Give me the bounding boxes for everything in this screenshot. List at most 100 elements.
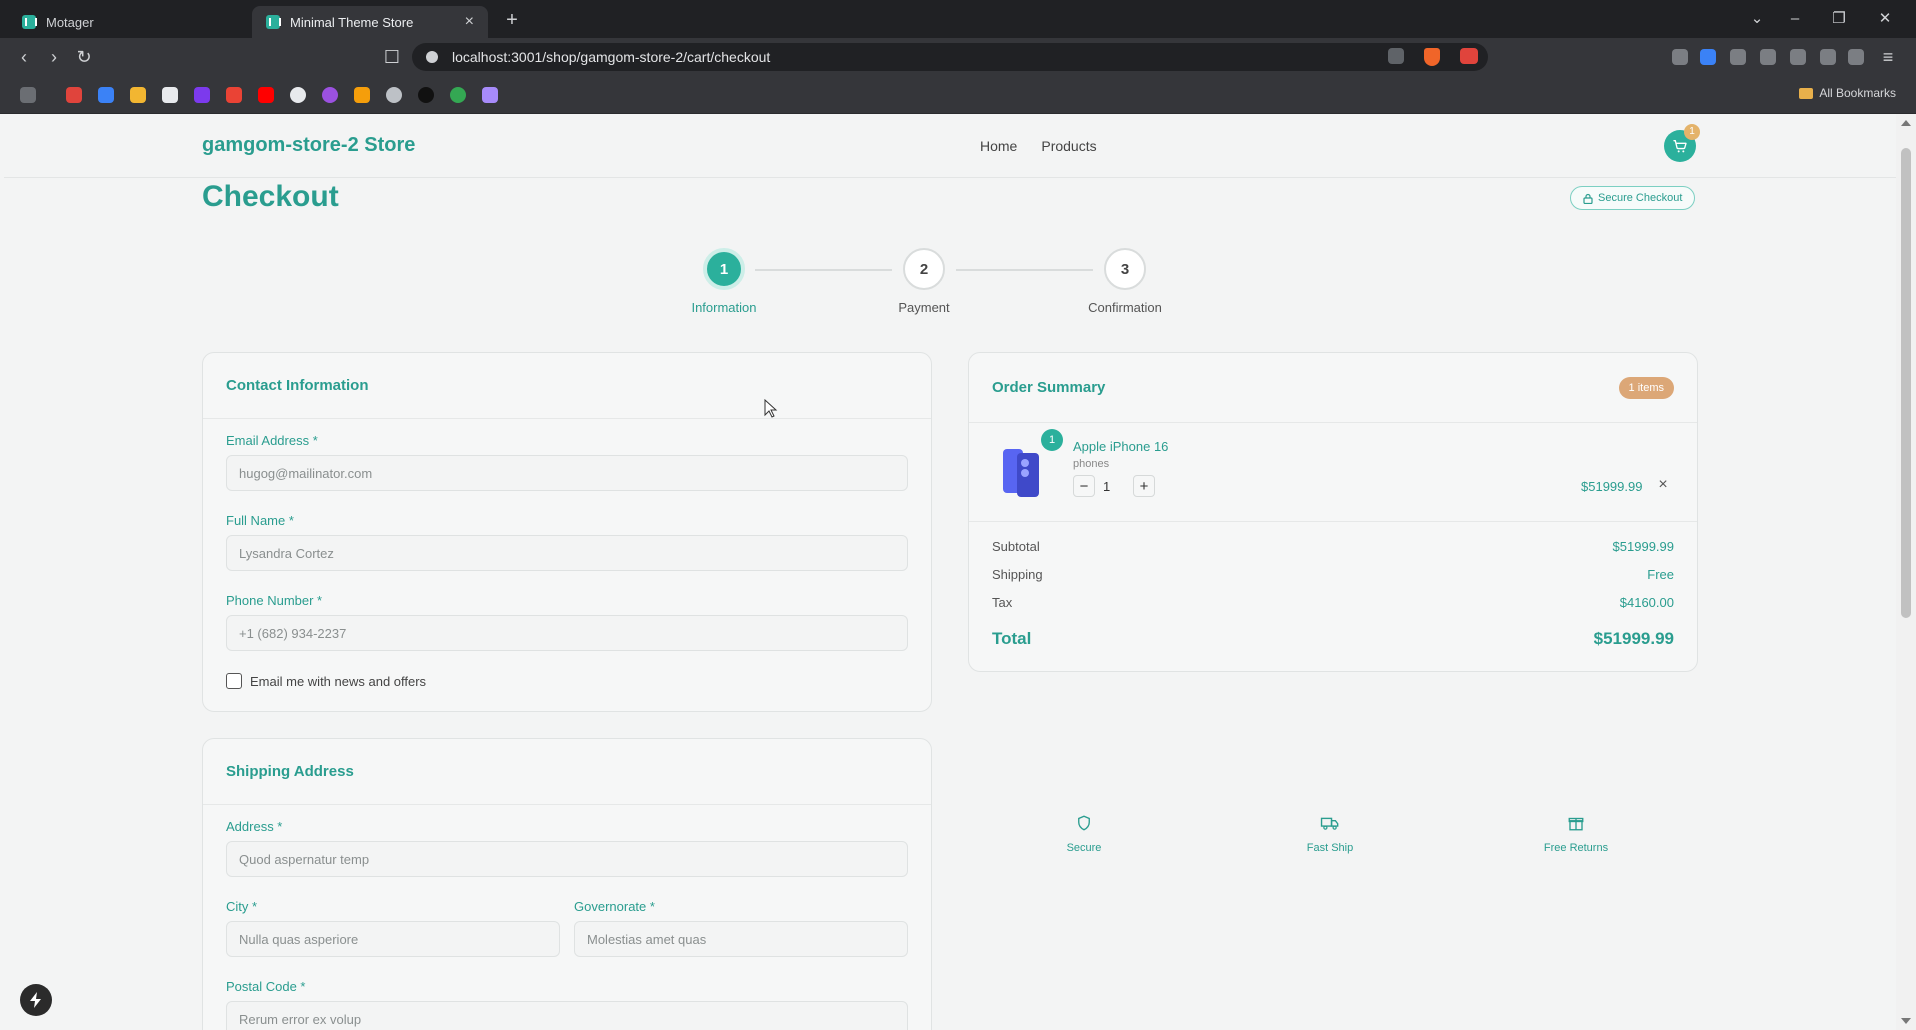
close-tab-icon[interactable]: × (465, 13, 474, 31)
bookmark-icon[interactable] (130, 87, 146, 103)
increase-quantity-button[interactable]: + (1133, 475, 1155, 497)
governorate-field[interactable] (574, 921, 908, 957)
browser-tab-store[interactable]: Minimal Theme Store × (252, 6, 488, 38)
city-field[interactable] (226, 921, 560, 957)
github-icon[interactable] (290, 87, 306, 103)
close-window-button[interactable]: ✕ (1872, 8, 1898, 30)
tab-title: Minimal Theme Store (290, 14, 414, 30)
decrease-quantity-button[interactable]: − (1073, 475, 1095, 497)
store-brand[interactable]: gamgom-store-2 Store (202, 134, 415, 157)
page-title: Checkout (202, 180, 339, 213)
cart-icon (1673, 140, 1687, 153)
product-category: phones (1073, 458, 1110, 470)
lightning-icon (30, 992, 41, 1008)
apps-grid-icon[interactable] (20, 87, 36, 103)
scroll-down-arrow[interactable] (1901, 1018, 1911, 1024)
step-number: 3 (1104, 248, 1146, 290)
email-field[interactable] (226, 455, 908, 491)
sidebar-icon[interactable] (1760, 49, 1776, 65)
nav-home[interactable]: Home (980, 138, 1017, 154)
address-label: Address * (226, 819, 283, 834)
app-favicon-icon (22, 15, 37, 29)
brave-shield-icon[interactable] (1424, 48, 1440, 66)
product-name[interactable]: Apple iPhone 16 (1073, 439, 1168, 454)
tab-search-icon[interactable]: ⌄ (1744, 8, 1770, 30)
scroll-up-arrow[interactable] (1901, 120, 1911, 126)
trust-badge-fast-ship: Fast Ship (1270, 814, 1390, 856)
page-scrollbar[interactable] (1896, 114, 1916, 1030)
folder-icon (1799, 87, 1814, 99)
vpn-icon[interactable] (1848, 49, 1864, 65)
bookmark-icon[interactable] (450, 87, 466, 103)
cart-count-badge: 1 (1684, 124, 1700, 140)
total-value: $51999.99 (1593, 629, 1674, 648)
new-tab-button[interactable]: + (500, 8, 524, 32)
step-payment[interactable]: 2 Payment (874, 248, 974, 315)
step-label: Confirmation (1088, 300, 1162, 315)
phone-field[interactable] (226, 615, 908, 651)
step-information[interactable]: 1 Information (674, 248, 774, 315)
scrollbar-thumb[interactable] (1901, 148, 1911, 618)
card-header: Contact Information (203, 353, 931, 419)
tax-label: Tax (992, 595, 1013, 610)
bookmark-icon[interactable] (482, 87, 498, 103)
browser-tab-motager[interactable]: Motager (8, 6, 244, 38)
tax-value: $4160.00 (1619, 595, 1674, 610)
newsletter-label: Email me with news and offers (250, 673, 427, 689)
card-title: Contact Information (226, 377, 369, 394)
subtotal-row: Subtotal $51999.99 (992, 539, 1674, 554)
remove-item-button[interactable]: × (1653, 475, 1673, 495)
trust-label: Fast Ship (1306, 842, 1354, 854)
trust-label: Free Returns (1543, 842, 1609, 854)
full-name-field[interactable] (226, 535, 908, 571)
site-header: gamgom-store-2 Store Home Products 1 (4, 114, 1896, 178)
restore-button[interactable]: ❐ (1826, 8, 1852, 30)
extensions-puzzle-icon[interactable] (1730, 49, 1746, 65)
main-nav: Home Products (980, 138, 1097, 154)
order-summary-card: Order Summary 1 items 1 Apple iPhone 16 … (968, 352, 1698, 672)
share-icon[interactable] (1388, 48, 1404, 64)
newsletter-option[interactable]: Email me with news and offers (226, 673, 426, 689)
bookmark-icon[interactable] (162, 87, 178, 103)
bookmark-icon[interactable] (194, 87, 210, 103)
bookmark-icon[interactable] (258, 87, 274, 103)
governorate-label: Governorate * (574, 899, 655, 914)
bookmark-icon[interactable] (66, 87, 82, 103)
postal-code-label: Postal Code * (226, 979, 306, 994)
minimize-button[interactable]: – (1782, 8, 1808, 30)
gift-icon (1568, 817, 1584, 831)
bookmark-icon[interactable] (354, 87, 370, 103)
address-bar[interactable]: localhost:3001/shop/gamgom-store-2/cart/… (412, 43, 1488, 71)
menu-icon[interactable]: ≡ (1876, 46, 1900, 68)
postal-code-field[interactable] (226, 1001, 908, 1030)
bookmark-icon[interactable] (322, 87, 338, 103)
leo-ai-icon[interactable] (1820, 49, 1836, 65)
bookmark-icon[interactable] (226, 87, 242, 103)
extension-icon[interactable] (1700, 49, 1716, 65)
bookmark-icon[interactable]: ☐ (380, 46, 404, 68)
bookmark-icon[interactable] (386, 87, 402, 103)
nav-products[interactable]: Products (1041, 138, 1096, 154)
step-confirmation[interactable]: 3 Confirmation (1075, 248, 1175, 315)
secure-checkout-badge: Secure Checkout (1570, 186, 1696, 210)
bookmark-icon[interactable] (418, 87, 434, 103)
reload-button[interactable]: ↻ (72, 46, 96, 68)
extension-icon[interactable] (1672, 49, 1688, 65)
total-row: Total $51999.99 (992, 629, 1674, 649)
forward-button[interactable]: › (42, 46, 66, 68)
brave-rewards-icon[interactable] (1460, 48, 1478, 64)
address-field[interactable] (226, 841, 908, 877)
newsletter-checkbox[interactable] (226, 673, 242, 689)
all-bookmarks-button[interactable]: All Bookmarks (1799, 86, 1896, 100)
card-title: Shipping Address (226, 763, 354, 780)
site-info-icon[interactable] (426, 51, 438, 63)
dev-tools-button[interactable] (20, 984, 52, 1016)
back-button[interactable]: ‹ (12, 46, 36, 68)
city-label: City * (226, 899, 258, 914)
wallet-icon[interactable] (1790, 49, 1806, 65)
all-bookmarks-label: All Bookmarks (1819, 86, 1896, 100)
bookmark-icon[interactable] (98, 87, 114, 103)
browser-toolbar: ‹ › ↻ ☐ localhost:3001/shop/gamgom-store… (0, 38, 1916, 76)
subtotal-value: $51999.99 (1612, 539, 1674, 554)
product-image[interactable] (999, 445, 1043, 501)
